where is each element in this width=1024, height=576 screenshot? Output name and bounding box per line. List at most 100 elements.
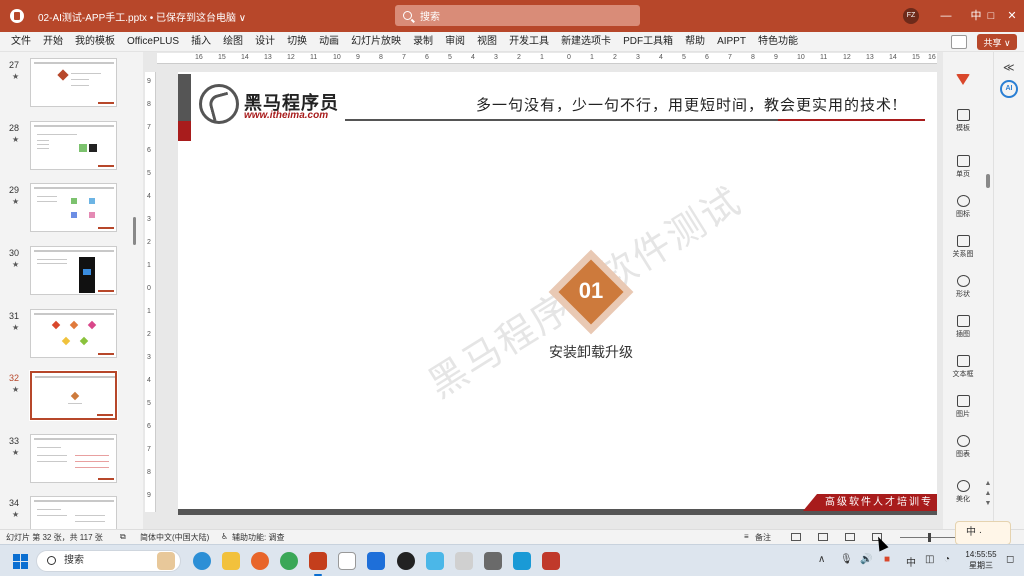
- zoom-slider-knob[interactable]: [928, 533, 931, 542]
- tool-template[interactable]: 模板: [943, 109, 983, 133]
- account-avatar[interactable]: FZ: [903, 8, 919, 24]
- menu-review[interactable]: 审阅: [439, 32, 471, 52]
- collapse-pane-icon[interactable]: ≪: [1003, 61, 1015, 74]
- current-slide[interactable]: 黑马程序员 www.itheima.com 多一句没有，少一句不行，用更短时间，…: [178, 72, 937, 515]
- slogan-text[interactable]: 多一句没有，少一句不行，用更短时间，教会更实用的技术!: [476, 94, 899, 115]
- virtualbox-icon[interactable]: [455, 552, 473, 570]
- scrollbar-thumb[interactable]: [986, 174, 990, 188]
- minimize-button[interactable]: —: [931, 0, 961, 32]
- document-title[interactable]: 02-AI测试-APP手工.pptx • 已保存到这台电脑 ∨: [38, 9, 246, 24]
- menu-new-tab[interactable]: 新建选项卡: [555, 32, 617, 52]
- slide-preview[interactable]: [29, 370, 118, 421]
- slide-preview[interactable]: [30, 496, 117, 529]
- menu-transitions[interactable]: 切换: [281, 32, 313, 52]
- tool-textbox[interactable]: 文本框: [943, 355, 983, 379]
- menu-file[interactable]: 文件: [0, 32, 37, 52]
- slide-preview[interactable]: [30, 434, 117, 483]
- tray-network-icon[interactable]: ◫: [925, 554, 934, 565]
- tool-chart[interactable]: 图表: [943, 435, 983, 459]
- speaker-icon[interactable]: 🔊: [860, 554, 872, 565]
- section-number[interactable]: 01: [561, 278, 621, 304]
- share-button[interactable]: 共享 ∨: [977, 34, 1017, 50]
- menu-features[interactable]: 特色功能: [752, 32, 804, 52]
- previous-slide-icon[interactable]: ▲: [984, 490, 992, 497]
- slide-preview[interactable]: [30, 246, 117, 295]
- tray-chevron-icon[interactable]: ∧: [818, 554, 825, 565]
- system-clock[interactable]: 14:55:55 星期三: [963, 549, 999, 571]
- file-explorer-icon[interactable]: [222, 552, 240, 570]
- reading-view-icon[interactable]: [845, 533, 855, 541]
- xmind-icon[interactable]: [513, 552, 531, 570]
- thumbnail-item[interactable]: 34 ★: [0, 496, 143, 529]
- thumbnail-item[interactable]: 30 ★: [0, 246, 143, 302]
- menu-pdf-tools[interactable]: PDF工具箱: [617, 32, 679, 52]
- tool-beautify[interactable]: 美化: [943, 480, 983, 504]
- microphone-icon[interactable]: 🎙: [840, 554, 853, 565]
- tool-relationship[interactable]: 关系图: [943, 235, 983, 259]
- powerpoint-taskbar-icon[interactable]: [309, 552, 327, 576]
- spellcheck-icon[interactable]: ⧉: [120, 532, 126, 542]
- menu-developer[interactable]: 开发工具: [503, 32, 555, 52]
- menu-insert[interactable]: 插入: [185, 32, 217, 52]
- search-box[interactable]: 搜索: [395, 5, 640, 26]
- thumbnail-item-selected[interactable]: 32 ★: [0, 370, 143, 427]
- menu-my-templates[interactable]: 我的模板: [69, 32, 121, 52]
- menu-record[interactable]: 录制: [407, 32, 439, 52]
- recorder-icon[interactable]: [397, 552, 415, 570]
- snipping-icon[interactable]: [426, 552, 444, 570]
- editor-scrollbar[interactable]: ▲ ▲ ▼: [984, 62, 992, 512]
- section-title[interactable]: 安装卸载升级: [531, 342, 651, 362]
- tray-app-icon[interactable]: ■: [884, 554, 890, 565]
- typora-icon[interactable]: [338, 552, 356, 570]
- tool-shapes[interactable]: 形状: [943, 275, 983, 299]
- ime-toolbar[interactable]: 中 ·: [955, 521, 1011, 545]
- brand-app-icon[interactable]: [943, 74, 983, 87]
- tool-picture[interactable]: 图片: [943, 395, 983, 419]
- tool-icon[interactable]: [484, 552, 502, 570]
- slide-preview[interactable]: [30, 183, 117, 232]
- thumbnail-item[interactable]: 28 ★: [0, 121, 143, 177]
- comment-icon[interactable]: [951, 35, 967, 49]
- thumbnail-item[interactable]: 29 ★: [0, 183, 143, 239]
- windows-start-icon[interactable]: [13, 554, 28, 569]
- notes-button[interactable]: 备注: [755, 532, 771, 543]
- sorter-view-icon[interactable]: [818, 533, 828, 541]
- language-indicator[interactable]: 简体中文(中国大陆): [140, 532, 209, 543]
- menu-animations[interactable]: 动画: [313, 32, 345, 52]
- tool-icons[interactable]: 图标: [943, 195, 983, 219]
- slide-preview[interactable]: [30, 58, 117, 107]
- edge-browser-icon[interactable]: [193, 552, 211, 570]
- next-slide-icon[interactable]: ▼: [984, 500, 992, 507]
- thumbnail-item[interactable]: 27 ★: [0, 58, 143, 114]
- menu-view[interactable]: 视图: [471, 32, 503, 52]
- tray-lang-icon[interactable]: 中: [906, 554, 916, 569]
- capture-app-icon[interactable]: [542, 552, 560, 570]
- accessibility-icon[interactable]: ♿: [221, 532, 228, 541]
- thumbnails-scrollbar[interactable]: [133, 217, 136, 245]
- slide-preview[interactable]: [30, 121, 117, 170]
- notes-icon[interactable]: ≡: [744, 532, 749, 541]
- tool-illustration[interactable]: 插图: [943, 315, 983, 339]
- menu-aippt[interactable]: AIPPT: [711, 32, 752, 52]
- menu-design[interactable]: 设计: [249, 32, 281, 52]
- ai-assistant-icon[interactable]: AI: [1000, 80, 1018, 98]
- scroll-up-arrow-icon[interactable]: ▲: [984, 480, 992, 487]
- menu-help[interactable]: 帮助: [679, 32, 711, 52]
- menu-draw[interactable]: 绘图: [217, 32, 249, 52]
- tray-volume-icon[interactable]: ◔: [944, 554, 950, 565]
- thumbnail-item[interactable]: 31 ★: [0, 309, 143, 365]
- menu-officeplus[interactable]: OfficePLUS: [121, 32, 185, 52]
- chat-app-icon[interactable]: [367, 552, 385, 570]
- slide-preview[interactable]: [30, 309, 117, 358]
- firefox-icon[interactable]: [251, 552, 269, 570]
- menu-home[interactable]: 开始: [37, 32, 69, 52]
- notification-icon[interactable]: ◻: [1006, 554, 1014, 565]
- menu-slideshow[interactable]: 幻灯片放映: [345, 32, 407, 52]
- chrome-icon[interactable]: [280, 552, 298, 570]
- widget-icon[interactable]: [157, 552, 175, 570]
- normal-view-icon[interactable]: [791, 533, 801, 541]
- tool-single-page[interactable]: 单页: [943, 155, 983, 179]
- accessibility-status[interactable]: 辅助功能: 调查: [232, 532, 284, 543]
- close-button[interactable]: ✕: [997, 0, 1024, 32]
- thumbnail-item[interactable]: 33 ★: [0, 434, 143, 490]
